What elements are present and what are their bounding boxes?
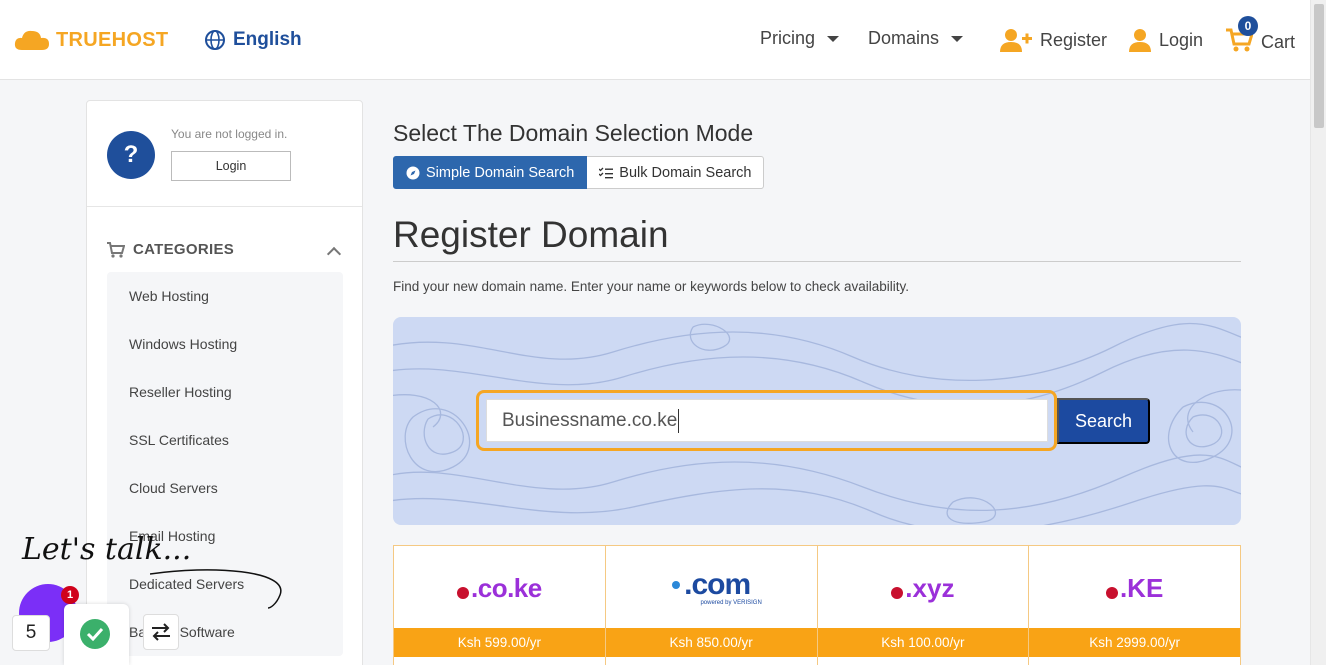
selection-mode-title: Select The Domain Selection Mode	[393, 120, 754, 146]
user-plus-icon	[1000, 29, 1032, 52]
categories-heading[interactable]: CATEGORIES	[107, 241, 234, 258]
tld-price: Ksh 100.00/yr	[817, 628, 1029, 657]
text-cursor	[678, 408, 680, 433]
swoosh-decoration	[150, 569, 282, 609]
top-header: TRUEHOST English Pricing Domains Registe…	[0, 0, 1310, 80]
tab-simple-domain-search[interactable]: Simple Domain Search	[393, 156, 588, 189]
mode-tabs: Simple Domain Search Bulk Domain Search	[393, 156, 765, 189]
tld-price: Ksh 2999.00/yr	[1029, 628, 1240, 657]
swap-button[interactable]	[143, 614, 179, 650]
tld-logo-com: .com powered by VERISIGN	[606, 566, 817, 610]
check-icon	[86, 627, 104, 641]
category-cloud-servers[interactable]: Cloud Servers	[107, 464, 343, 512]
chevron-up-icon[interactable]	[326, 246, 342, 262]
cart-icon	[107, 241, 125, 258]
nav-login-label: Login	[1159, 29, 1204, 50]
question-avatar-icon: ?	[107, 131, 155, 179]
tld-price: Ksh 599.00/yr	[394, 628, 605, 657]
user-panel: ? You are not logged in. Login	[87, 101, 362, 207]
nav-pricing-label: Pricing	[760, 28, 816, 48]
scrollbar-thumb[interactable]	[1314, 4, 1324, 128]
tld-name: .xyz	[905, 572, 955, 603]
tld-name: .co.ke	[471, 572, 542, 603]
logo-text: TRUEHOST	[56, 28, 169, 51]
tld-logo-ke: .KE	[1029, 566, 1240, 610]
chevron-down-icon	[951, 35, 964, 42]
compass-icon	[406, 166, 420, 179]
cloud-icon	[14, 30, 49, 50]
tld-price: Ksh 850.00/yr	[605, 628, 817, 657]
number-box[interactable]: 5	[12, 615, 50, 651]
nav-cart[interactable]: 0 Cart	[1225, 16, 1296, 57]
search-focus-ring: Businessname.co.ke	[476, 390, 1057, 451]
tld-card-co-ke[interactable]: .co.ke Ksh 599.00/yr	[394, 546, 606, 665]
category-windows-hosting[interactable]: Windows Hosting	[107, 320, 343, 368]
swap-arrows-icon	[152, 623, 170, 641]
nav-domains[interactable]: Domains	[868, 28, 964, 49]
user-icon	[1129, 29, 1151, 52]
red-dot-icon	[891, 587, 904, 599]
red-dot-icon	[1105, 587, 1118, 599]
cart-count-badge: 0	[1238, 16, 1258, 36]
search-input-value: Businessname.co.ke	[502, 409, 678, 431]
domain-search-input[interactable]: Businessname.co.ke	[486, 399, 1048, 442]
page-scrollbar[interactable]	[1310, 0, 1326, 665]
sidebar-login-button[interactable]: Login	[171, 151, 291, 181]
categories-heading-label: CATEGORIES	[133, 241, 235, 258]
list-check-icon	[599, 167, 614, 178]
login-status-text: You are not logged in.	[171, 127, 288, 141]
title-divider	[393, 261, 1241, 262]
category-web-hosting[interactable]: Web Hosting	[107, 272, 343, 320]
nav-register[interactable]: Register	[1000, 28, 1107, 52]
tab-bulk-label: Bulk Domain Search	[619, 164, 752, 181]
tld-logo-xyz: .xyz	[818, 566, 1029, 610]
chat-notification-badge: 1	[61, 586, 79, 604]
tld-card-xyz[interactable]: .xyz Ksh 100.00/yr	[817, 546, 1030, 665]
search-button[interactable]: Search	[1057, 398, 1150, 444]
page-title: Register Domain	[393, 214, 669, 255]
tld-pricing-grid: .co.ke Ksh 599.00/yr .com powered by VER…	[393, 545, 1241, 665]
tld-card-com[interactable]: .com powered by VERISIGN Ksh 850.00/yr	[605, 546, 818, 665]
verisign-caption: powered by VERISIGN	[700, 600, 762, 606]
nav-pricing[interactable]: Pricing	[760, 28, 840, 49]
tld-name: .com	[684, 568, 751, 601]
language-selector[interactable]: English	[205, 29, 302, 51]
page-description: Find your new domain name. Enter your na…	[393, 279, 909, 294]
globe-icon	[205, 30, 225, 50]
blue-dot-icon	[672, 581, 681, 589]
category-ssl-certificates[interactable]: SSL Certificates	[107, 416, 343, 464]
tld-name: .KE	[1119, 572, 1164, 603]
nav-cart-label: Cart	[1261, 32, 1296, 52]
domain-search-panel: Businessname.co.ke Search	[393, 317, 1241, 525]
red-dot-icon	[457, 587, 470, 599]
tab-simple-label: Simple Domain Search	[426, 164, 575, 181]
tld-logo-co-ke: .co.ke	[394, 566, 605, 610]
chevron-down-icon	[827, 35, 840, 42]
tld-card-ke[interactable]: .KE Ksh 2999.00/yr	[1029, 546, 1240, 665]
check-circle-icon[interactable]	[80, 619, 110, 649]
nav-login[interactable]: Login	[1129, 28, 1203, 52]
truehost-logo[interactable]: TRUEHOST	[14, 28, 168, 52]
category-reseller-hosting[interactable]: Reseller Hosting	[107, 368, 343, 416]
language-label: English	[233, 29, 302, 50]
nav-register-label: Register	[1040, 29, 1108, 50]
nav-domains-label: Domains	[868, 28, 940, 48]
tab-bulk-domain-search[interactable]: Bulk Domain Search	[587, 156, 765, 189]
